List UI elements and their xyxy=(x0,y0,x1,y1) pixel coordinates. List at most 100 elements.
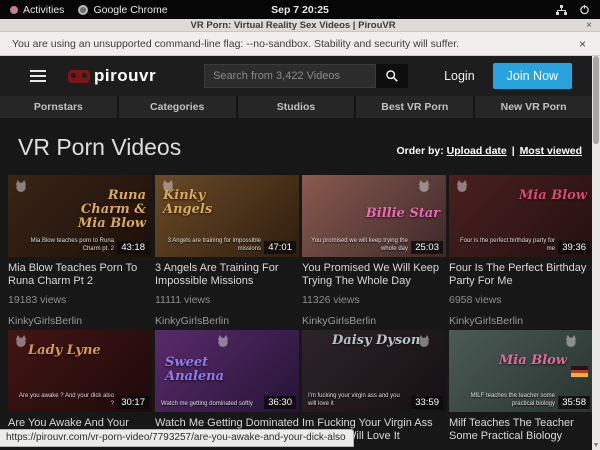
scrollbar-thumb[interactable] xyxy=(593,56,599,144)
join-now-button[interactable]: Join Now xyxy=(493,63,572,89)
power-icon[interactable] xyxy=(579,4,590,15)
warning-text: You are using an unsupported command-lin… xyxy=(0,38,579,50)
video-card: Mia Blow MILF teaches the teacher some p… xyxy=(449,330,592,450)
german-flag xyxy=(571,366,588,377)
duration-badge: 25:03 xyxy=(411,241,443,254)
search-icon xyxy=(385,69,399,83)
studio-logo-icon xyxy=(13,333,29,349)
video-title[interactable]: Milf Teaches The Teacher Some Practical … xyxy=(449,417,592,442)
tab-close-icon[interactable]: × xyxy=(586,20,600,31)
duration-badge: 36:30 xyxy=(264,396,296,409)
logo-text: pirouvr xyxy=(94,66,156,86)
nav-item-pornstars[interactable]: Pornstars xyxy=(0,96,117,118)
search-button[interactable] xyxy=(376,64,408,88)
scrollbar-down-arrow[interactable]: ▼ xyxy=(592,442,600,449)
app-menu[interactable]: Google Chrome xyxy=(78,4,167,16)
order-by: Order by: Upload date | Most viewed xyxy=(396,145,582,161)
network-icon[interactable] xyxy=(556,5,567,15)
order-link-upload-date[interactable]: Upload date xyxy=(447,145,507,157)
site-logo[interactable]: pirouvr xyxy=(68,66,156,86)
thumbnail-caption: 3 Angels are training for impossible mis… xyxy=(161,237,261,253)
menu-icon[interactable] xyxy=(30,70,46,82)
nav-item-categories[interactable]: Categories xyxy=(119,96,236,118)
duration-badge: 33:59 xyxy=(411,396,443,409)
nav-item-new-vr-porn[interactable]: New VR Porn xyxy=(475,96,592,118)
page-title: VR Porn Videos xyxy=(18,134,396,161)
activities-label: Activities xyxy=(23,4,64,16)
video-thumbnail[interactable]: Sweet Analena Watch me getting dominated… xyxy=(155,330,299,412)
studio-link[interactable]: KinkyGirlsBerlin xyxy=(8,315,152,327)
thumbnail-caption: Watch me getting dominated softly xyxy=(161,400,261,408)
video-thumbnail[interactable]: Daisy Dyson I'm fucking your virgin ass … xyxy=(302,330,446,412)
nav-item-best-vr-porn[interactable]: Best VR Porn xyxy=(356,96,473,118)
order-link-most-viewed[interactable]: Most viewed xyxy=(520,145,582,157)
app-menu-label: Google Chrome xyxy=(93,4,167,16)
studio-logo-icon xyxy=(13,178,29,194)
video-card: Billie Star You promised we will keep tr… xyxy=(302,175,446,327)
thumbnail-caption: I'm fucking your virgin ass and you will… xyxy=(308,392,408,408)
screen: Activities Google Chrome Sep 7 20:25 VR … xyxy=(0,0,600,450)
thumbnail-caption: Are you awake ? And your dick also ? xyxy=(14,392,114,408)
thumbnail-overlay-title: Sweet Analena xyxy=(165,356,254,384)
thumbnail-overlay-title: Daisy Dyson xyxy=(332,334,421,348)
studio-logo-icon xyxy=(215,333,231,349)
login-link[interactable]: Login xyxy=(444,69,475,83)
clock[interactable]: Sep 7 20:25 xyxy=(271,4,329,16)
thumbnail-caption: Four is the perfect birthday party for m… xyxy=(455,237,555,253)
warning-close-icon[interactable]: × xyxy=(579,37,600,51)
page-content: VR Porn Videos Order by: Upload date | M… xyxy=(0,118,592,450)
studio-link[interactable]: KinkyGirlsBerlin xyxy=(155,315,299,327)
vr-headset-icon xyxy=(68,70,90,83)
site-header: pirouvr Login Join Now xyxy=(0,56,592,96)
duration-badge: 35:58 xyxy=(558,396,590,409)
duration-badge: 39:36 xyxy=(558,241,590,254)
activities-button[interactable]: Activities xyxy=(10,4,64,16)
video-thumbnail[interactable]: Billie Star You promised we will keep tr… xyxy=(302,175,446,257)
video-title[interactable]: Mia Blow Teaches Porn To Runa Charm Pt 2 xyxy=(8,262,152,287)
tab-title: VR Porn: Virtual Reality Sex Videos | Pi… xyxy=(0,20,586,31)
studio-logo-icon xyxy=(416,178,432,194)
browser-tab-bar: VR Porn: Virtual Reality Sex Videos | Pi… xyxy=(0,19,600,32)
video-thumbnail[interactable]: Mia Blow MILF teaches the teacher some p… xyxy=(449,330,592,412)
thumbnail-overlay-title: Mia Blow xyxy=(478,354,567,368)
thumbnail-overlay-title: Runa Charm & Mia Blow xyxy=(57,189,146,231)
video-grid: Runa Charm & Mia Blow Mia Blow teaches p… xyxy=(8,175,592,450)
duration-badge: 30:17 xyxy=(117,396,149,409)
studio-link[interactable]: KinkyGirlsBerlin xyxy=(449,315,592,327)
status-url-tooltip: https://pirouvr.com/vr-porn-video/779325… xyxy=(0,429,354,447)
search-bar xyxy=(204,64,408,88)
duration-badge: 47:01 xyxy=(264,241,296,254)
view-count: 11111 views xyxy=(155,294,299,306)
studio-logo-icon xyxy=(454,178,470,194)
activities-dot-icon xyxy=(10,6,18,14)
order-by-label: Order by: xyxy=(396,145,443,157)
studio-logo-icon xyxy=(563,333,579,349)
video-thumbnail[interactable]: Lady Lyne Are you awake ? And your dick … xyxy=(8,330,152,412)
view-count: 19183 views xyxy=(8,294,152,306)
video-card: Mia Blow Four is the perfect birthday pa… xyxy=(449,175,592,327)
video-thumbnail[interactable]: Mia Blow Four is the perfect birthday pa… xyxy=(449,175,592,257)
order-separator: | xyxy=(510,145,517,157)
view-count: 11326 views xyxy=(302,294,446,306)
system-top-bar: Activities Google Chrome Sep 7 20:25 xyxy=(0,0,600,19)
video-thumbnail[interactable]: Kinky Angels 3 Angels are training for i… xyxy=(155,175,299,257)
thumbnail-caption: MILF teaches the teacher some practical … xyxy=(455,392,555,408)
scrollbar[interactable]: ▼ xyxy=(592,56,600,450)
video-thumbnail[interactable]: Runa Charm & Mia Blow Mia Blow teaches p… xyxy=(8,175,152,257)
chrome-icon xyxy=(78,5,88,15)
video-title[interactable]: 3 Angels Are Training For Impossible Mis… xyxy=(155,262,299,287)
thumbnail-overlay-title: Mia Blow xyxy=(498,189,587,203)
thumbnail-overlay-title: Billie Star xyxy=(351,207,440,221)
video-card: Runa Charm & Mia Blow Mia Blow teaches p… xyxy=(8,175,152,327)
view-count: 6958 views xyxy=(449,294,592,306)
thumbnail-caption: Mia Blow teaches porn to Runa Charm pt. … xyxy=(14,237,114,253)
thumbnail-caption: You promised we will keep trying the who… xyxy=(308,237,408,253)
browser-warning-bar: You are using an unsupported command-lin… xyxy=(0,32,600,56)
search-input[interactable] xyxy=(204,64,376,88)
duration-badge: 43:18 xyxy=(117,241,149,254)
video-title[interactable]: Four Is The Perfect Birthday Party For M… xyxy=(449,262,592,287)
studio-link[interactable]: KinkyGirlsBerlin xyxy=(302,315,446,327)
nav-item-studios[interactable]: Studios xyxy=(238,96,355,118)
video-title[interactable]: You Promised We Will Keep Trying The Who… xyxy=(302,262,446,287)
video-card: Kinky Angels 3 Angels are training for i… xyxy=(155,175,299,327)
